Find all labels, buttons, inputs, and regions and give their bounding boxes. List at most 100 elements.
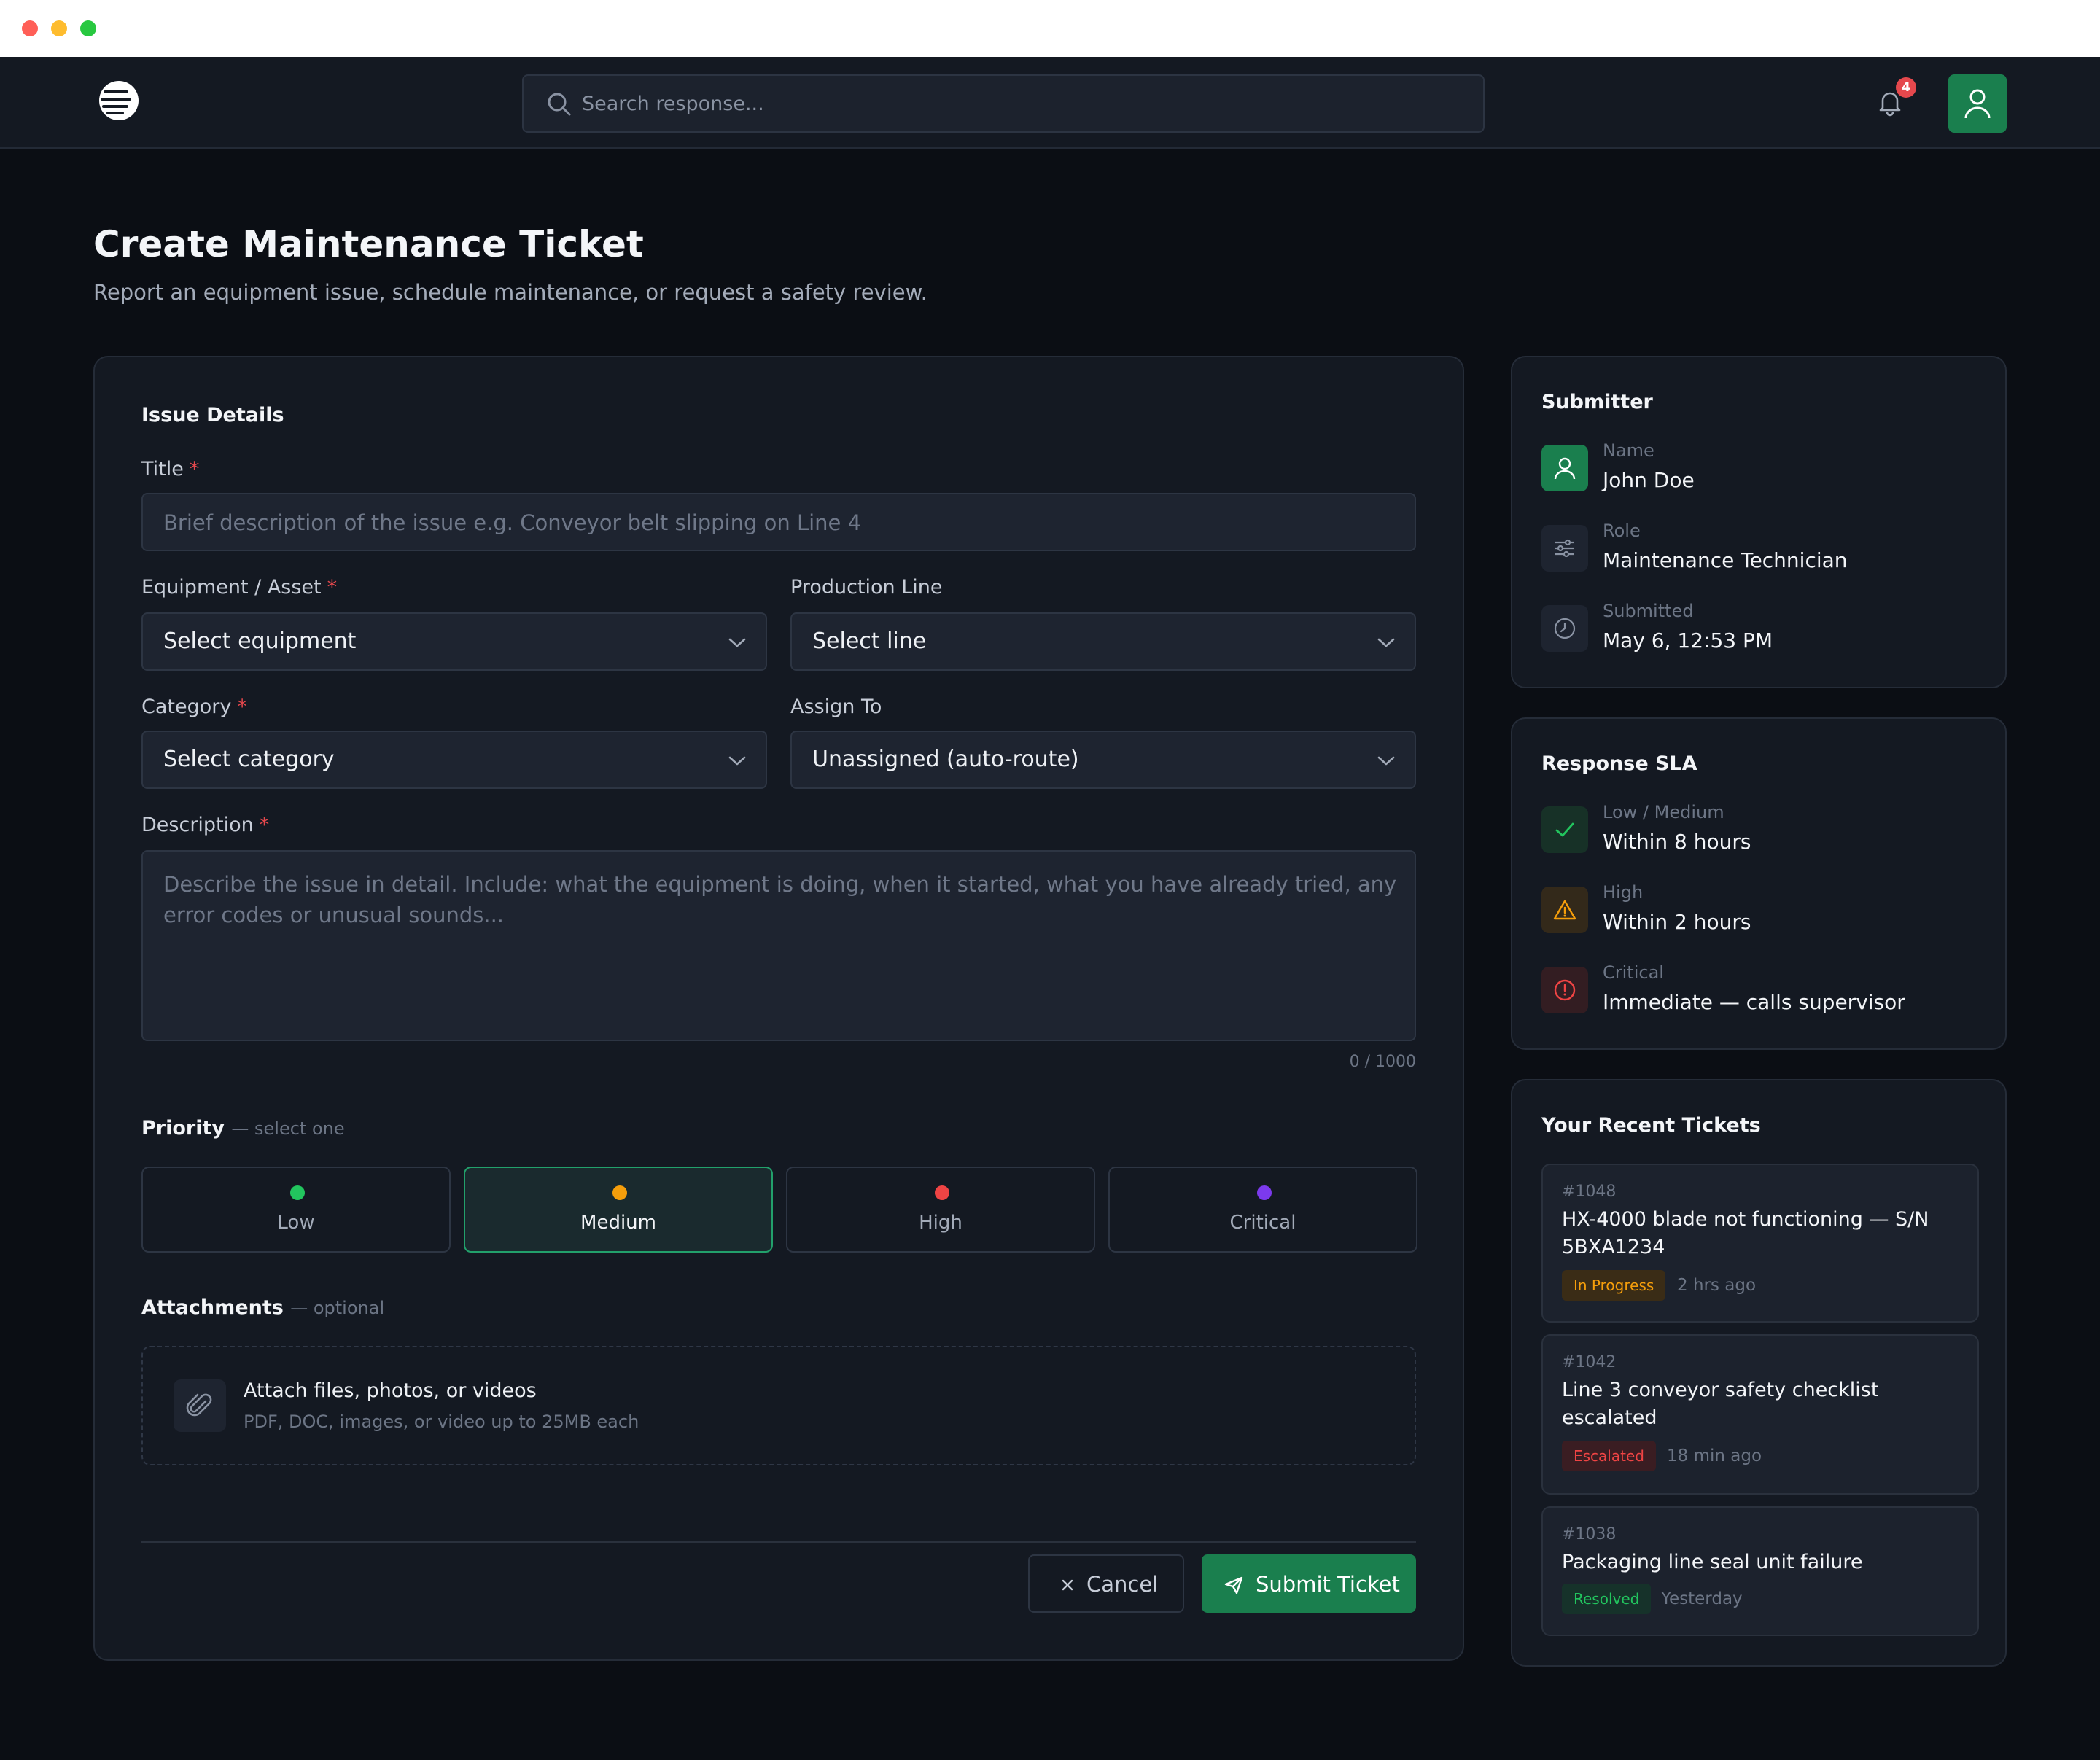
- submit-ticket-button[interactable]: Submit Ticket: [1202, 1554, 1416, 1613]
- attachments-label: Attachments — optional: [141, 1296, 385, 1319]
- ticket-time: 2 hrs ago: [1677, 1276, 1757, 1295]
- user-icon: [1964, 89, 1991, 119]
- window-titlebar: [0, 0, 2100, 57]
- app-header: 4: [0, 57, 2100, 149]
- info-value: Immediate — calls supervisor: [1603, 990, 1905, 1014]
- ticket-title: Line 3 conveyor safety checklist escalat…: [1562, 1379, 1879, 1429]
- search-bar[interactable]: [522, 74, 1485, 133]
- submitter-heading: Submitter: [1541, 391, 1653, 413]
- priority-dot: [612, 1185, 627, 1200]
- close-icon: [1062, 1579, 1073, 1591]
- production-line-select-value: Select line: [812, 628, 927, 654]
- issue-details-heading: Issue Details: [141, 404, 284, 427]
- submit-button-label: Submit Ticket: [1256, 1572, 1400, 1597]
- description-label: Description *: [141, 814, 270, 836]
- equipment-select[interactable]: Select equipment: [141, 612, 767, 671]
- ticket-id: #1048: [1562, 1183, 1617, 1201]
- page-title: Create Maintenance Ticket: [93, 223, 644, 265]
- info-key: Low / Medium: [1603, 802, 1724, 822]
- search-icon: [548, 93, 571, 116]
- ticket-time: 18 min ago: [1667, 1446, 1762, 1465]
- notification-count-badge: 4: [1896, 77, 1916, 98]
- sla-critical-row: Critical Immediate — calls supervisor: [1541, 962, 1979, 1021]
- production-line-select[interactable]: Select line: [790, 612, 1416, 671]
- chevron-down-icon: [728, 756, 746, 766]
- user-icon: [1554, 457, 1576, 480]
- info-value: John Doe: [1603, 468, 1695, 492]
- info-icon-box: [1541, 806, 1588, 853]
- recent-tickets-heading: Your Recent Tickets: [1541, 1114, 1761, 1137]
- recent-ticket-item[interactable]: #1038 Packaging line seal unit failure R…: [1541, 1506, 1979, 1636]
- sla-heading: Response SLA: [1541, 752, 1698, 775]
- priority-option-high[interactable]: High: [786, 1167, 1095, 1253]
- priority-option-medium[interactable]: Medium: [464, 1167, 773, 1253]
- attachment-dropzone[interactable]: Attach files, photos, or videos PDF, DOC…: [141, 1346, 1416, 1465]
- clock-icon: [1554, 618, 1576, 639]
- window-maximize-button[interactable]: [80, 20, 96, 36]
- warning-icon: [1553, 900, 1576, 920]
- title-input[interactable]: Brief description of the issue e.g. Conv…: [141, 493, 1416, 551]
- recent-ticket-item[interactable]: #1042 Line 3 conveyor safety checklist e…: [1541, 1334, 1979, 1495]
- priority-label: Priority — select one: [141, 1117, 345, 1140]
- check-icon: [1555, 822, 1574, 837]
- priority-option-label: High: [919, 1212, 962, 1234]
- info-key: High: [1603, 882, 1644, 903]
- send-icon: [1224, 1576, 1243, 1594]
- recent-tickets-card: Your Recent Tickets #1048 HX-4000 blade …: [1511, 1079, 2007, 1667]
- attachment-title: Attach files, photos, or videos: [244, 1379, 537, 1402]
- actions-divider: [141, 1541, 1416, 1543]
- ticket-time: Yesterday: [1661, 1589, 1743, 1608]
- attachment-icon-box: [174, 1379, 226, 1432]
- submitter-role-row: Role Maintenance Technician: [1541, 521, 1979, 579]
- priority-option-label: Critical: [1229, 1212, 1296, 1234]
- category-label: Category *: [141, 696, 247, 718]
- priority-option-low[interactable]: Low: [141, 1167, 451, 1253]
- status-badge: Escalated: [1562, 1441, 1656, 1471]
- equipment-label: Equipment / Asset *: [141, 576, 338, 599]
- category-select[interactable]: Select category: [141, 731, 767, 789]
- title-label: Title *: [141, 458, 200, 480]
- title-placeholder: Brief description of the issue e.g. Conv…: [163, 510, 862, 535]
- assign-to-label: Assign To: [790, 696, 882, 718]
- chevron-down-icon: [728, 638, 746, 647]
- info-icon-box: [1541, 605, 1588, 652]
- info-icon-box: [1541, 525, 1588, 572]
- ticket-id: #1042: [1562, 1353, 1617, 1371]
- description-char-counter: 0 / 1000: [1349, 1053, 1416, 1071]
- priority-option-label: Low: [277, 1212, 315, 1234]
- user-menu-button[interactable]: [1948, 74, 2007, 133]
- info-value: Within 2 hours: [1603, 910, 1751, 934]
- submitter-submitted-row: Submitted May 6, 12:53 PM: [1541, 601, 1979, 659]
- description-textarea[interactable]: Describe the issue in detail. Include: w…: [141, 850, 1416, 1041]
- info-icon-box: [1541, 445, 1588, 491]
- brand-logo-icon[interactable]: [98, 79, 140, 122]
- cancel-button[interactable]: Cancel: [1028, 1554, 1184, 1613]
- assign-to-select-value: Unassigned (auto-route): [812, 747, 1079, 772]
- assign-to-select[interactable]: Unassigned (auto-route): [790, 731, 1416, 789]
- ticket-form-card: Issue Details Title * Brief description o…: [93, 356, 1464, 1661]
- ticket-title: Packaging line seal unit failure: [1562, 1551, 1863, 1573]
- cancel-button-label: Cancel: [1086, 1572, 1159, 1597]
- status-badge: In Progress: [1562, 1270, 1666, 1301]
- response-sla-card: Response SLA Low / Medium Within 8 hours…: [1511, 717, 2007, 1050]
- sliders-icon: [1555, 539, 1574, 558]
- info-value: May 6, 12:53 PM: [1603, 628, 1773, 653]
- info-key: Submitted: [1603, 601, 1694, 621]
- category-select-value: Select category: [163, 747, 335, 772]
- priority-dot: [1257, 1185, 1272, 1200]
- submitter-name-row: Name John Doe: [1541, 440, 1979, 499]
- info-key: Critical: [1603, 962, 1664, 983]
- priority-option-critical[interactable]: Critical: [1108, 1167, 1418, 1253]
- priority-dot: [935, 1185, 949, 1200]
- info-value: Maintenance Technician: [1603, 548, 1848, 572]
- description-placeholder: Describe the issue in detail. Include: w…: [163, 872, 1397, 927]
- info-key: Role: [1603, 521, 1641, 541]
- sla-high-row: High Within 2 hours: [1541, 882, 1979, 941]
- window-minimize-button[interactable]: [51, 20, 67, 36]
- recent-ticket-item[interactable]: #1048 HX-4000 blade not functioning — S/…: [1541, 1164, 1979, 1323]
- search-input[interactable]: [582, 76, 1457, 131]
- window-close-button[interactable]: [22, 20, 38, 36]
- chevron-down-icon: [1377, 756, 1395, 766]
- alert-circle-icon: [1554, 979, 1576, 1001]
- equipment-select-value: Select equipment: [163, 628, 357, 654]
